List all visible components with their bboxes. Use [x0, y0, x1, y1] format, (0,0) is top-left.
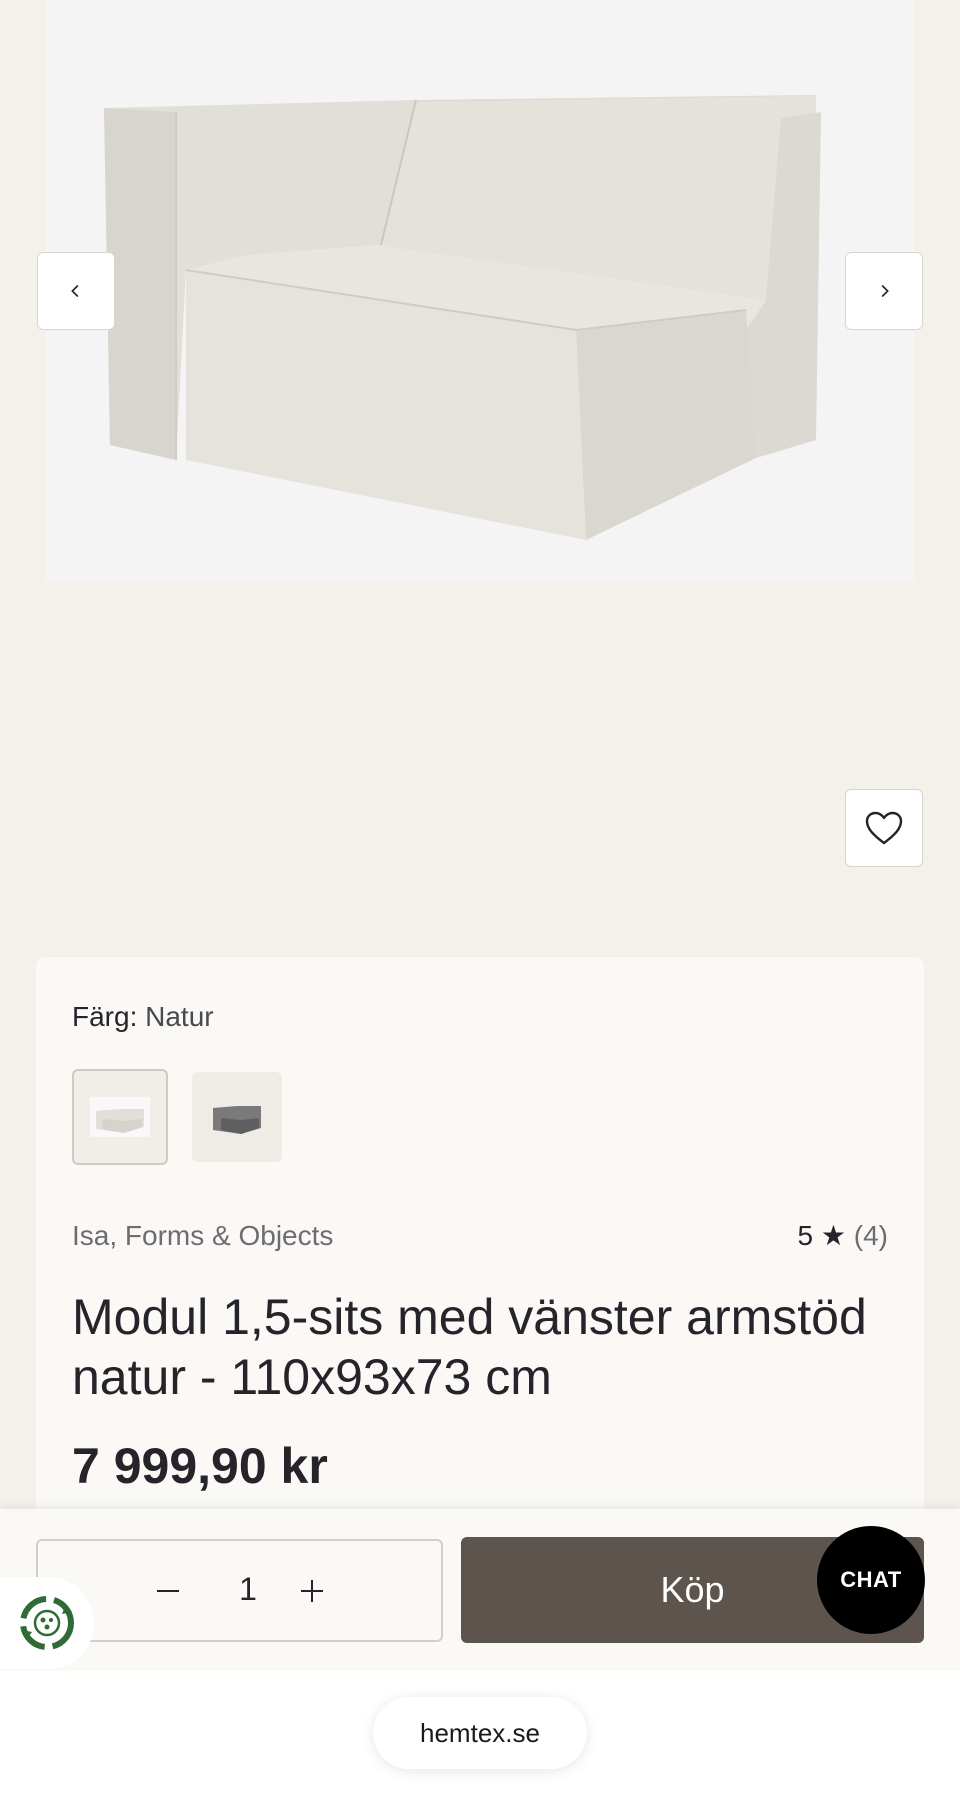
minus-icon: [157, 1590, 179, 1592]
heart-icon: [865, 811, 903, 845]
sofa-thumbnail-grey: [213, 1106, 261, 1134]
product-gallery: [0, 0, 960, 940]
buy-bar: 1 Köp: [0, 1509, 960, 1671]
chat-button[interactable]: CHAT: [817, 1526, 925, 1634]
color-selection-label: Färg: Natur: [72, 1001, 214, 1033]
url-bar[interactable]: hemtex.se: [373, 1697, 587, 1769]
sofa-thumbnail-natur: [90, 1097, 150, 1137]
rating[interactable]: 5 ★ (4): [798, 1219, 888, 1252]
rating-value: 5: [797, 1220, 814, 1251]
increase-quantity-button[interactable]: [290, 1569, 334, 1613]
color-swatch-natur[interactable]: [72, 1069, 168, 1165]
browser-bottom-bar: hemtex.se: [0, 1671, 960, 1799]
star-icon: ★: [820, 1220, 846, 1251]
product-price: 7 999,90 kr: [72, 1438, 328, 1494]
product-info-card: Färg: Natur Isa, Forms & Objects 5 ★ (4)…: [36, 957, 924, 1517]
previous-image-button[interactable]: [37, 252, 115, 330]
product-image: [46, 0, 914, 582]
product-title: Modul 1,5-sits med vänster armstöd natur…: [72, 1289, 867, 1405]
plus-icon: [301, 1580, 323, 1602]
recycle-icon: [20, 1596, 74, 1650]
quantity-stepper: 1: [36, 1539, 443, 1642]
next-image-button[interactable]: [845, 252, 923, 330]
quantity-value[interactable]: 1: [228, 1571, 268, 1608]
rating-count: (4): [853, 1220, 888, 1251]
brand-name[interactable]: Isa, Forms & Objects: [72, 1220, 333, 1252]
color-value: Natur: [145, 1001, 214, 1032]
decrease-quantity-button[interactable]: [146, 1569, 190, 1613]
favorite-button[interactable]: [845, 789, 923, 867]
brand-rating-row: Isa, Forms & Objects 5 ★ (4): [72, 1219, 888, 1252]
color-label: Färg:: [72, 1001, 138, 1032]
eco-badge[interactable]: [0, 1577, 94, 1669]
color-swatch-grey[interactable]: [192, 1072, 282, 1162]
chevron-right-icon: [881, 284, 889, 298]
chevron-left-icon: [71, 284, 79, 298]
